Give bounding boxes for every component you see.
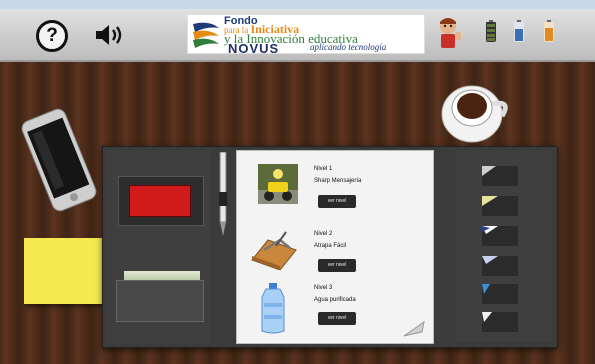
page-curl-icon[interactable]	[402, 318, 426, 338]
help-button[interactable]: ?	[36, 20, 68, 52]
level-2-name: Atrapa Fácil	[314, 243, 347, 249]
tab-markers	[482, 166, 498, 322]
courier-scooter-icon	[258, 164, 298, 204]
logo-line-tecnologia: aplicando tecnología	[310, 42, 387, 52]
smartphone-icon[interactable]	[18, 108, 100, 212]
sticky-note[interactable]	[24, 238, 102, 304]
battery-blue-icon	[514, 20, 524, 42]
battery-green-icon	[486, 20, 496, 42]
card-holder	[118, 176, 204, 226]
level-1-title: Nivel 1	[314, 166, 333, 172]
logo-swoosh-icon	[193, 22, 219, 48]
logo-line-novus: NOVUS	[228, 41, 280, 56]
level-1-view-button[interactable]: ver nivel	[318, 195, 356, 208]
level-2-title: Nivel 2	[314, 231, 333, 237]
top-toolbar: ? Fondo para la Iniciativa y la Innovaci…	[0, 0, 595, 62]
portfolio-pocket	[116, 280, 204, 322]
level-3-title: Nivel 3	[314, 285, 333, 291]
coffee-cup-icon[interactable]	[440, 74, 520, 144]
novus-logo: Fondo para la Iniciativa y la Innovación…	[187, 14, 425, 56]
speaker-icon[interactable]	[94, 23, 126, 47]
mousetrap-icon	[251, 231, 297, 270]
water-jug-icon	[261, 283, 285, 334]
battery-orange-icon	[544, 20, 554, 42]
pen-icon[interactable]	[218, 152, 228, 238]
level-3-name: Agua purificada	[314, 297, 356, 303]
level-1-name: Sharp Mensajería	[314, 178, 362, 184]
avatar-character-icon[interactable]	[432, 14, 466, 50]
level-3-view-button[interactable]: ver nivel	[318, 312, 356, 325]
level-2-view-button[interactable]: ver nivel	[318, 259, 356, 272]
red-card[interactable]	[129, 185, 191, 217]
